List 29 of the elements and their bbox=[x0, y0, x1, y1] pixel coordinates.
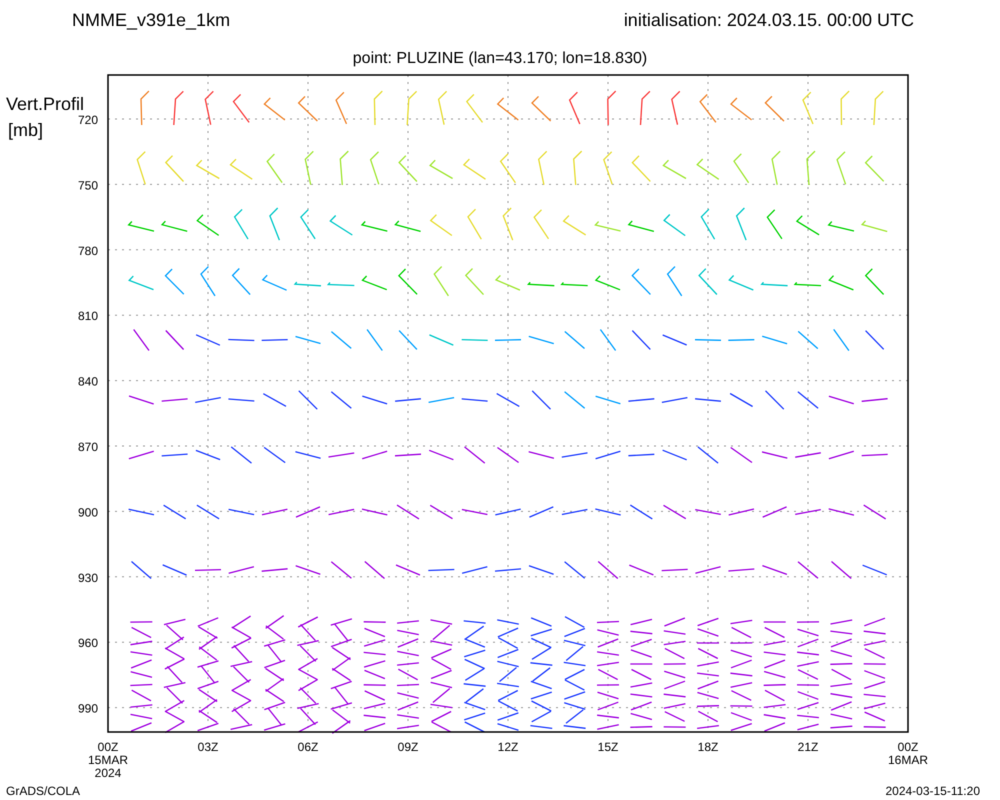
x-tick-label: 21Z bbox=[798, 740, 818, 754]
y-tick-label: 840 bbox=[78, 374, 98, 389]
initialisation-time: initialisation: 2024.03.15. 00:00 UTC bbox=[624, 10, 914, 30]
x-tick-label: 03Z bbox=[198, 740, 218, 754]
y-tick-label: 780 bbox=[78, 244, 98, 258]
x-tick-label: 12Z bbox=[498, 740, 518, 754]
y-axis-title: [mb] bbox=[8, 120, 44, 140]
x-tick-label: 15Z bbox=[598, 740, 618, 754]
y-tick-label: 870 bbox=[78, 440, 98, 454]
x-tick-label: 18Z bbox=[698, 740, 718, 754]
y-tick-label: 900 bbox=[78, 505, 98, 520]
y-axis-title: Vert.Profil bbox=[6, 94, 84, 114]
x-tick-label: 00Z bbox=[898, 740, 918, 754]
x-tick-label: 06Z bbox=[298, 740, 318, 754]
point-title: point: PLUZINE (lan=43.170; lon=18.830) bbox=[352, 50, 648, 67]
y-tick-label: 810 bbox=[78, 309, 98, 324]
model-title: NMME_v391e_1km bbox=[72, 10, 230, 30]
y-tick-label: 960 bbox=[78, 636, 98, 650]
x-tick-label: 00Z bbox=[98, 740, 118, 754]
footer-credit: GrADS/COLA bbox=[6, 784, 80, 798]
y-tick-label: 930 bbox=[78, 570, 98, 585]
y-tick-label: 990 bbox=[78, 702, 98, 716]
x-tick-label: 09Z bbox=[398, 740, 418, 754]
x-tick-date: 15MAR bbox=[88, 753, 128, 767]
x-tick-date: 2024 bbox=[94, 766, 122, 780]
x-tick-date: 16MAR bbox=[888, 753, 928, 767]
y-tick-label: 720 bbox=[78, 113, 98, 127]
y-tick-label: 750 bbox=[78, 178, 98, 192]
footer-timestamp: 2024-03-15-11:20 bbox=[885, 784, 980, 798]
